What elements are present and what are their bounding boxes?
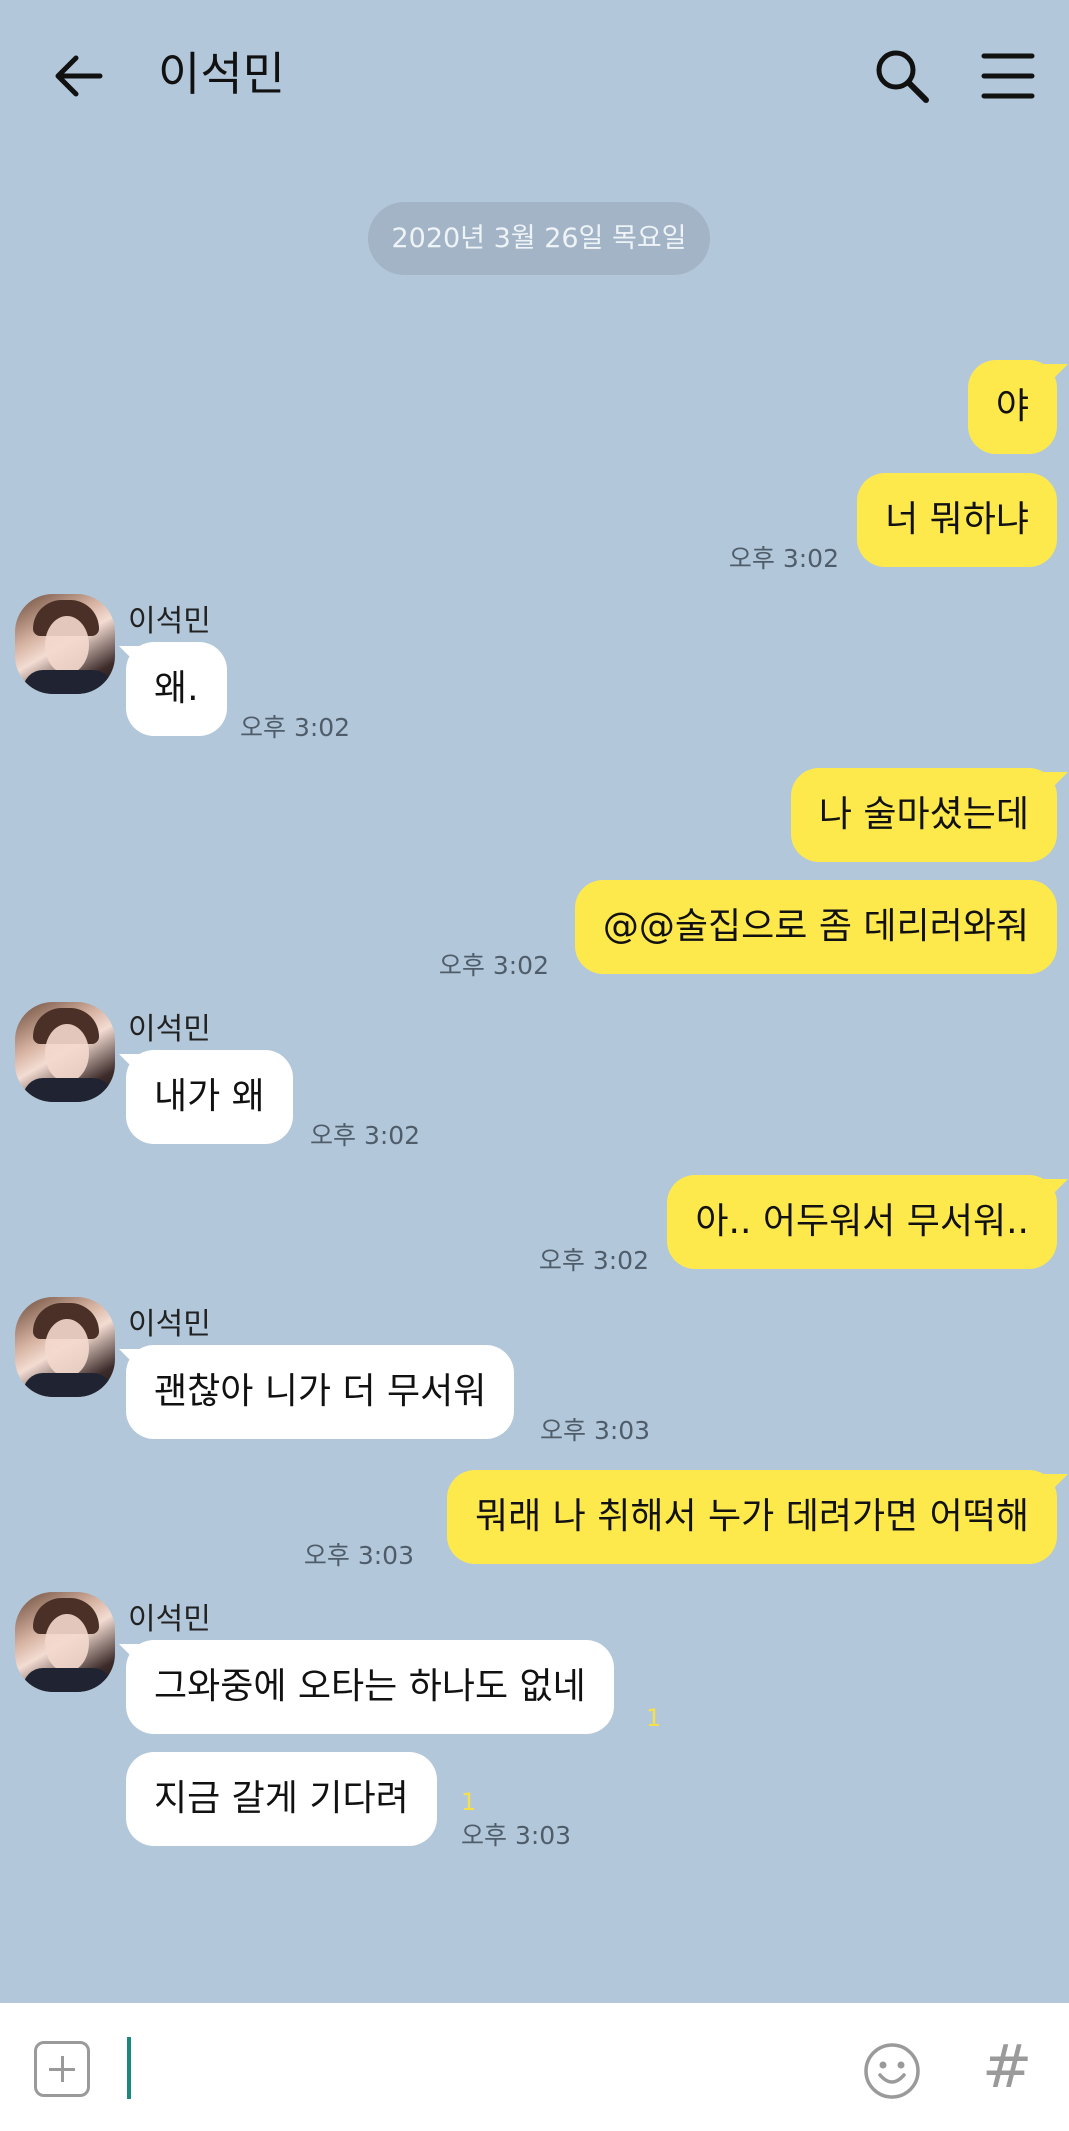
my-message-bubble[interactable]: 야: [967, 360, 1057, 454]
message-time: 오후 3:02: [728, 544, 839, 573]
sender-name: 이석민: [128, 1307, 211, 1342]
date-divider: 2020년 3월 26일 목요일: [368, 202, 710, 275]
avatar[interactable]: [15, 1002, 115, 1102]
sender-name: 이석민: [128, 1012, 211, 1047]
unread-count: 1: [646, 1704, 662, 1732]
search-icon[interactable]: [866, 40, 938, 112]
message-time: 오후 3:03: [303, 1541, 414, 1570]
message-time: 오후 3:02: [240, 713, 351, 742]
hash-icon[interactable]: #: [982, 2031, 1032, 2103]
text-cursor: [127, 2037, 131, 2099]
menu-icon[interactable]: [972, 40, 1044, 112]
avatar[interactable]: [15, 1592, 115, 1692]
their-message-bubble[interactable]: 내가 왜: [126, 1050, 293, 1144]
avatar[interactable]: [15, 594, 115, 694]
my-message-bubble[interactable]: 너 뭐하냐: [857, 473, 1057, 567]
message-input[interactable]: [140, 2023, 844, 2113]
their-message-bubble[interactable]: 괜찮아 니가 더 무서워: [126, 1345, 515, 1439]
message-composer: #: [0, 2003, 1069, 2131]
message-time: 오후 3:02: [438, 951, 549, 980]
my-message-bubble[interactable]: 나 술마셨는데: [790, 768, 1057, 862]
message-time: 오후 3:02: [310, 1121, 421, 1150]
sender-name: 이석민: [128, 604, 211, 639]
message-time: 오후 3:03: [461, 1821, 572, 1850]
their-message-bubble[interactable]: 지금 갈게 기다려: [126, 1752, 437, 1846]
sender-name: 이석민: [128, 1602, 211, 1637]
message-time: 오후 3:02: [538, 1246, 649, 1275]
avatar[interactable]: [15, 1297, 115, 1397]
chat-header: 이석민: [0, 0, 1069, 150]
back-arrow-icon[interactable]: [44, 40, 116, 112]
my-message-bubble[interactable]: 뭐래 나 취해서 누가 데려가면 어떡해: [446, 1470, 1057, 1564]
plus-icon[interactable]: [34, 2041, 90, 2097]
my-message-bubble[interactable]: 아.. 어두워서 무서워..: [667, 1175, 1057, 1269]
unread-count: 1: [461, 1788, 477, 1816]
emoji-icon[interactable]: [862, 2041, 922, 2101]
their-message-bubble[interactable]: 왜.: [126, 642, 227, 736]
chat-title: 이석민: [158, 47, 285, 101]
their-message-bubble[interactable]: 그와중에 오타는 하나도 없네: [126, 1640, 614, 1734]
message-time: 오후 3:03: [540, 1416, 651, 1445]
my-message-bubble[interactable]: @@술집으로 좀 데리러와줘: [574, 880, 1057, 974]
